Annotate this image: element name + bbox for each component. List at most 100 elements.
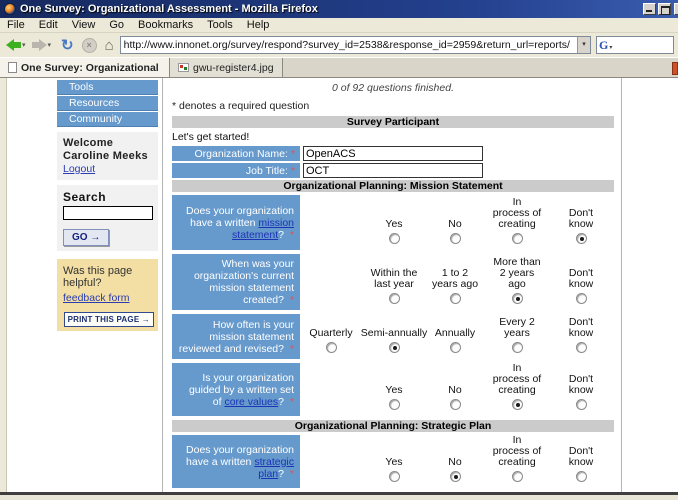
close-tab-button[interactable] (672, 62, 678, 75)
menu-bar: FileEditViewGoBookmarksToolsHelp (0, 18, 678, 33)
question-text: How often is your mission statement revi… (178, 319, 294, 355)
reload-icon[interactable]: ↻ (61, 38, 74, 53)
maximize-button[interactable] (658, 3, 671, 15)
menu-help[interactable]: Help (240, 18, 277, 33)
option-cell: Don't know (550, 314, 612, 359)
sidebar-search-input[interactable] (63, 206, 153, 220)
print-page-button[interactable]: PRINT THIS PAGE → (64, 312, 154, 327)
required-note: * denotes a required question (172, 100, 614, 112)
radio-selected[interactable] (450, 471, 461, 482)
section-header: Organizational Planning: Strategic Plan (172, 420, 614, 432)
window-left-border (0, 78, 7, 492)
option-cell: 1 to 2 years ago (426, 254, 484, 310)
option-label: Don't know (569, 446, 594, 468)
radio-unselected[interactable] (576, 293, 587, 304)
sidebar-item-resources[interactable]: Resources (57, 96, 158, 111)
menu-bookmarks[interactable]: Bookmarks (131, 18, 200, 33)
radio-unselected[interactable] (512, 342, 523, 353)
page-content: ToolsResourcesCommunity Welcome Caroline… (0, 78, 678, 492)
option-cell: In process of creating (484, 363, 550, 416)
option-cell (300, 435, 362, 488)
minimize-button[interactable] (643, 3, 656, 15)
page-icon (8, 62, 17, 73)
option-cell: Yes (362, 363, 426, 416)
stop-icon[interactable]: × (82, 38, 97, 53)
section-header: Organizational Planning: Mission Stateme… (172, 180, 614, 192)
option-label: Yes (385, 457, 402, 468)
required-asterisk: * (291, 165, 295, 177)
feedback-form-link[interactable]: feedback form (63, 292, 130, 304)
required-asterisk: * (290, 396, 294, 408)
radio-selected[interactable] (512, 293, 523, 304)
section-header: Survey Participant (172, 116, 614, 128)
radio-unselected[interactable] (326, 342, 337, 353)
radio-unselected[interactable] (389, 233, 400, 244)
question-link[interactable]: strategic plan (254, 456, 294, 480)
logout-link[interactable]: Logout (63, 163, 95, 175)
option-cell: Yes (362, 195, 426, 250)
question-link[interactable]: mission statement (232, 217, 294, 241)
menu-go[interactable]: Go (102, 18, 131, 33)
radio-unselected[interactable] (450, 293, 461, 304)
radio-selected[interactable] (389, 342, 400, 353)
forward-button[interactable]: ▾ (32, 39, 54, 51)
menu-view[interactable]: View (65, 18, 103, 33)
menu-file[interactable]: File (0, 18, 32, 33)
option-label: Annually (435, 328, 475, 339)
options-group: Within the last year1 to 2 years agoMore… (300, 254, 612, 310)
radio-unselected[interactable] (389, 293, 400, 304)
options-group: YesNoIn process of creatingDon't know (300, 363, 612, 416)
option-cell (300, 195, 362, 250)
option-cell: No (426, 363, 484, 416)
text-input-organization-name[interactable] (303, 146, 483, 161)
radio-unselected[interactable] (450, 342, 461, 353)
forward-dropdown-icon[interactable]: ▾ (48, 41, 52, 49)
url-input[interactable] (121, 38, 577, 52)
survey-main: 0 of 92 questions finished. * denotes a … (162, 78, 622, 492)
radio-unselected[interactable] (576, 399, 587, 410)
field-label-text: Job Title: (246, 165, 288, 177)
back-button[interactable]: ▾ (6, 39, 28, 51)
menu-tools[interactable]: Tools (200, 18, 240, 33)
search-label: Search (63, 190, 152, 204)
radio-unselected[interactable] (512, 471, 523, 482)
url-dropdown-icon[interactable]: ▾ (577, 37, 590, 53)
question-label: How often is your mission statement revi… (172, 314, 300, 359)
option-cell: No (426, 435, 484, 488)
radio-unselected[interactable] (389, 471, 400, 482)
home-icon[interactable]: ⌂ (105, 38, 114, 53)
navigation-toolbar: ▾ ▾ ↻ × ⌂ ▾ G ▾ (0, 33, 678, 57)
go-button[interactable]: GO → (63, 229, 109, 246)
question-row: Does your organization have a written mi… (172, 195, 614, 250)
option-cell: Quarterly (300, 314, 362, 359)
radio-unselected[interactable] (576, 471, 587, 482)
field-label-job-title: Job Title:* (172, 163, 300, 178)
sidebar-item-community[interactable]: Community (57, 112, 158, 127)
field-label-text: Organization Name: (195, 148, 288, 160)
question-text: Does your organization have a written st… (178, 444, 294, 480)
menu-edit[interactable]: Edit (32, 18, 65, 33)
option-cell: In process of creating (484, 435, 550, 488)
question-link[interactable]: core values (224, 396, 278, 408)
sidebar-item-tools[interactable]: Tools (57, 80, 158, 95)
radio-selected[interactable] (512, 399, 523, 410)
search-bar[interactable]: G ▾ (596, 36, 674, 54)
radio-unselected[interactable] (389, 399, 400, 410)
search-engine-dropdown-icon[interactable]: ▾ (609, 44, 612, 51)
option-label: Don't know (569, 268, 594, 290)
tab-2[interactable]: gwu-register4.jpg (170, 58, 283, 77)
text-input-job-title[interactable] (303, 163, 483, 178)
radio-unselected[interactable] (576, 342, 587, 353)
tab-1[interactable]: One Survey: Organizational Assessm... (0, 58, 170, 77)
option-label: Don't know (569, 208, 594, 230)
back-icon (6, 39, 21, 51)
back-dropdown-icon[interactable]: ▾ (22, 41, 26, 49)
radio-selected[interactable] (576, 233, 587, 244)
close-button[interactable] (674, 3, 678, 15)
option-label: Don't know (569, 317, 594, 339)
radio-unselected[interactable] (450, 233, 461, 244)
radio-unselected[interactable] (512, 233, 523, 244)
option-cell: Every 2 years (484, 314, 550, 359)
radio-unselected[interactable] (450, 399, 461, 410)
option-label: Within the last year (371, 268, 418, 290)
